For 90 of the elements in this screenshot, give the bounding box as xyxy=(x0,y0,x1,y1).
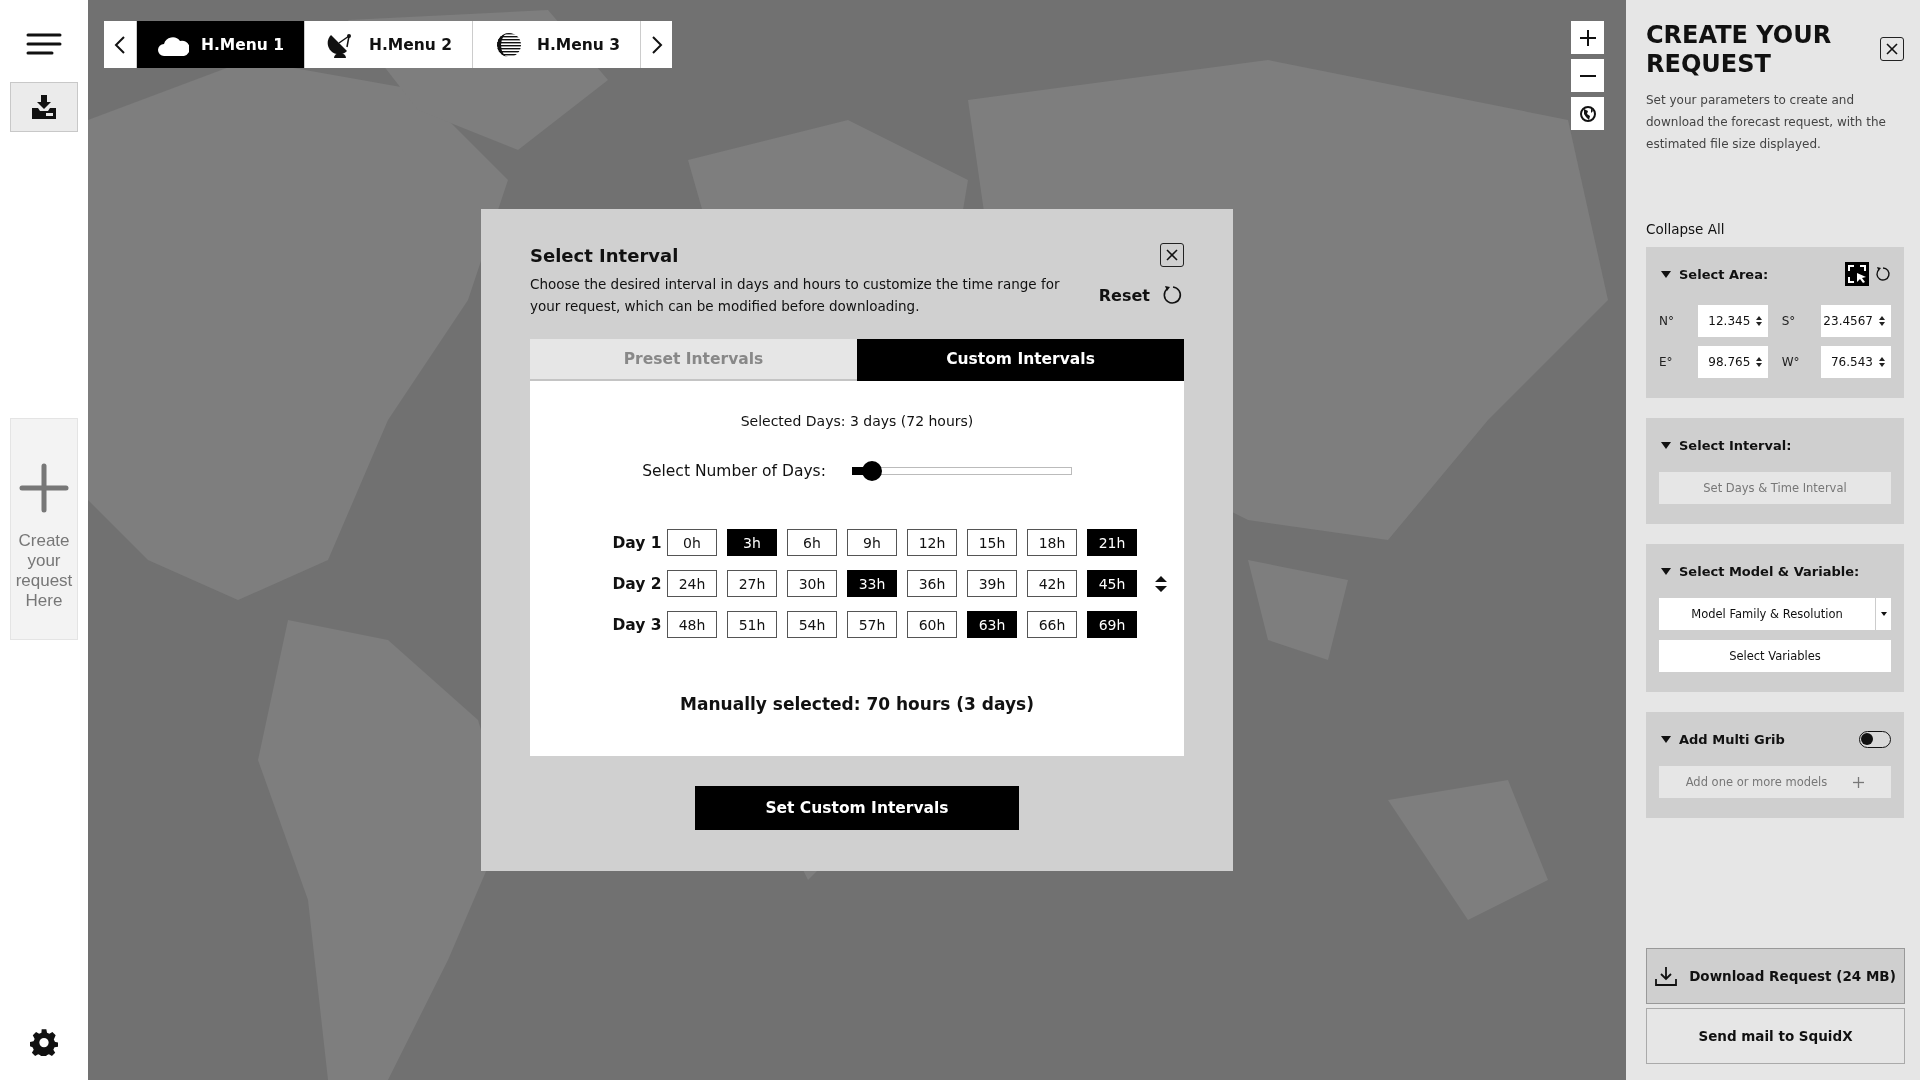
create-request-label: Create your request Here xyxy=(14,531,74,611)
globe-icon xyxy=(1578,104,1597,123)
hour-toggle[interactable]: 6h xyxy=(787,529,837,556)
modal-description: Choose the desired interval in days and hours to customize the time range for your request, which can be modified before downloading. xyxy=(530,275,1061,316)
number-field[interactable]: 98.765 xyxy=(1698,346,1769,378)
inbox-download-icon xyxy=(31,94,57,120)
hour-toggle[interactable]: 30h xyxy=(787,570,837,597)
plus-icon xyxy=(1578,28,1597,47)
section-title: Select Model & Variable: xyxy=(1679,563,1860,579)
menu-icon xyxy=(26,32,62,56)
coordinate-label: W° xyxy=(1781,355,1801,369)
reload-icon xyxy=(1162,284,1184,306)
hour-toggle[interactable]: 69h xyxy=(1087,611,1137,638)
hour-toggle[interactable]: 36h xyxy=(907,570,957,597)
caret-down-icon xyxy=(1880,612,1887,616)
close-icon xyxy=(1166,249,1178,261)
send-mail-button[interactable]: Send mail to SquidX xyxy=(1646,1008,1905,1064)
triangle-icon[interactable] xyxy=(1661,566,1671,576)
days-slider[interactable] xyxy=(851,461,1072,481)
zoom-in-button[interactable] xyxy=(1571,21,1604,54)
hour-toggle[interactable]: 45h xyxy=(1087,570,1137,597)
day-label: Day 3 xyxy=(611,615,663,634)
modal-title: Select Interval xyxy=(530,244,679,266)
select-area-icon[interactable] xyxy=(1845,262,1869,286)
hour-toggle[interactable]: 48h xyxy=(667,611,717,638)
download-box-button[interactable] xyxy=(10,82,78,132)
create-request-card[interactable]: Create your request Here xyxy=(10,418,78,640)
spinner-icon xyxy=(1756,316,1763,326)
chevron-left-icon xyxy=(114,34,126,55)
hour-toggle[interactable]: 24h xyxy=(667,570,717,597)
hour-toggle[interactable]: 42h xyxy=(1027,570,1077,597)
chevron-right-icon xyxy=(650,34,663,55)
day-label: Day 2 xyxy=(611,574,663,593)
section-title: Select Interval: xyxy=(1679,437,1792,453)
reload-icon[interactable] xyxy=(1875,266,1891,282)
panel-title: CREATE YOUR REQUEST xyxy=(1646,21,1833,79)
menu-button[interactable] xyxy=(26,32,62,56)
minus-icon xyxy=(1579,74,1596,77)
number-field[interactable]: 12.345 xyxy=(1698,305,1769,337)
selection-summary: Manually selected: 70 hours (3 days) xyxy=(680,694,1034,714)
collapse-all-link[interactable]: Collapse All xyxy=(1646,221,1725,237)
hour-toggle[interactable]: 63h xyxy=(967,611,1017,638)
selected-days-text: Selected Days: 3 days (72 hours) xyxy=(740,413,974,429)
spinner-icon xyxy=(1879,357,1885,367)
plus-icon xyxy=(19,463,69,513)
menu-tab[interactable]: H.Menu 1 xyxy=(136,21,304,68)
spinner-icon xyxy=(1756,357,1763,367)
hour-toggle[interactable]: 18h xyxy=(1027,529,1077,556)
panel-description: Set your parameters to create and download the forecast request, with the estimated file size displayed. xyxy=(1646,92,1887,153)
section-title: Select Area: xyxy=(1679,266,1769,282)
number-field[interactable]: 76.543 xyxy=(1821,346,1891,378)
close-icon xyxy=(1886,43,1898,55)
plus-icon xyxy=(1853,776,1865,788)
hour-toggle[interactable]: 54h xyxy=(787,611,837,638)
hour-toggle[interactable]: 33h xyxy=(847,570,897,597)
sort-icon[interactable] xyxy=(1155,576,1167,592)
select-variables-button[interactable]: Select Variables xyxy=(1659,640,1891,672)
download-icon xyxy=(1655,966,1678,986)
model-dropdown[interactable]: Model Family & Resolution xyxy=(1659,598,1891,630)
interval-tab[interactable]: Custom Intervals xyxy=(857,339,1184,381)
hour-toggle[interactable]: 60h xyxy=(907,611,957,638)
set-intervals-button[interactable]: Set Custom Intervals xyxy=(695,786,1019,830)
hour-toggle[interactable]: 27h xyxy=(727,570,777,597)
slider-label: Select Number of Days: xyxy=(642,462,826,480)
triangle-icon[interactable] xyxy=(1661,269,1671,279)
settings-icon xyxy=(30,1028,58,1056)
close-button[interactable] xyxy=(1880,37,1904,61)
day-label: Day 1 xyxy=(611,533,663,552)
hour-toggle[interactable]: 39h xyxy=(967,570,1017,597)
hour-toggle[interactable]: 9h xyxy=(847,529,897,556)
hour-toggle[interactable]: 51h xyxy=(727,611,777,638)
download-request-button[interactable]: Download Request (24 MB) xyxy=(1646,948,1905,1004)
reset-button[interactable]: Reset xyxy=(1098,284,1184,306)
coordinate-label: N° xyxy=(1659,314,1675,328)
hour-toggle[interactable]: 66h xyxy=(1027,611,1077,638)
hour-toggle[interactable]: 12h xyxy=(907,529,957,556)
hour-toggle[interactable]: 3h xyxy=(727,529,777,556)
section-title: Add Multi Grib xyxy=(1679,731,1785,747)
hour-toggle[interactable]: 15h xyxy=(967,529,1017,556)
zoom-out-button[interactable] xyxy=(1571,59,1604,92)
spinner-icon xyxy=(1879,316,1885,326)
slider-thumb[interactable] xyxy=(861,461,882,481)
close-button[interactable] xyxy=(1160,243,1184,267)
hour-toggle[interactable]: 0h xyxy=(667,529,717,556)
hour-toggle[interactable]: 21h xyxy=(1087,529,1137,556)
hour-toggle[interactable]: 57h xyxy=(847,611,897,638)
number-field[interactable]: 23.4567 xyxy=(1821,305,1891,337)
globe-button[interactable] xyxy=(1571,97,1604,130)
coordinate-label: S° xyxy=(1781,314,1797,328)
coordinate-label: E° xyxy=(1659,355,1674,369)
